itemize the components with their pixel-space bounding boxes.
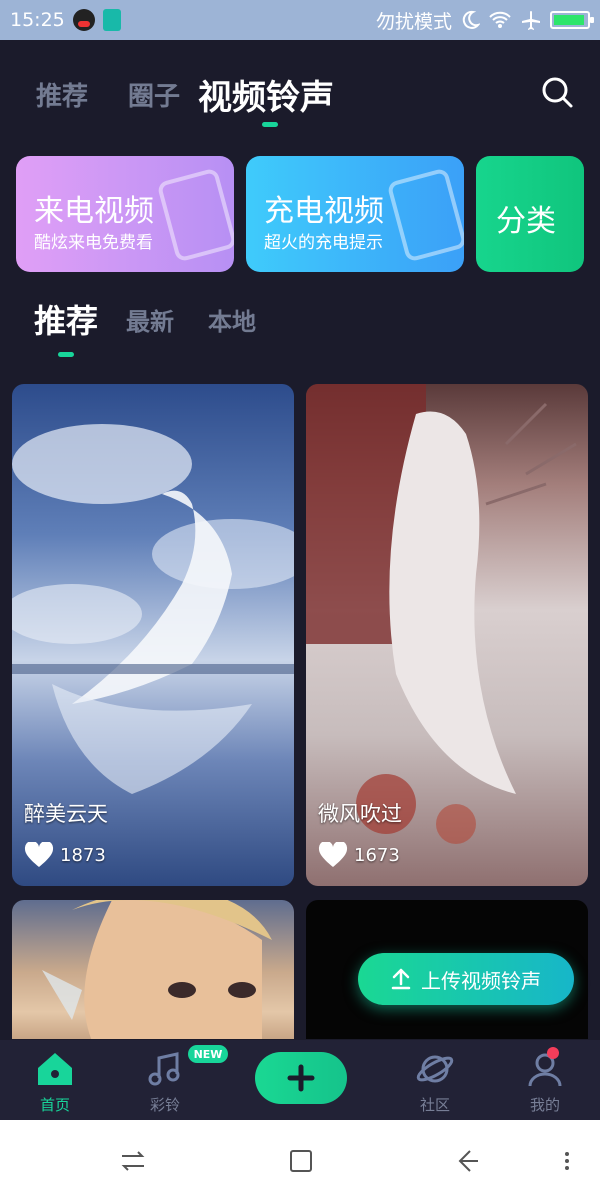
home-icon: [38, 1053, 72, 1085]
tab-circle[interactable]: 圈子: [128, 76, 180, 113]
subtab-local[interactable]: 本地: [208, 302, 256, 337]
like-count[interactable]: 1673: [318, 842, 400, 868]
heart-icon: [24, 842, 54, 867]
video-grid: 醉美云天 1873 微风吹过 1673: [0, 384, 600, 1039]
moon-icon: [462, 10, 480, 29]
video-card[interactable]: 微风吹过 1673: [306, 384, 588, 886]
qq-icon: [72, 9, 95, 31]
more-dots-icon[interactable]: [552, 1146, 582, 1176]
search-icon[interactable]: [540, 75, 574, 109]
user-icon: [528, 1053, 562, 1087]
banner-title: 充电视频: [264, 194, 384, 229]
nav-label: 彩铃: [149, 1096, 180, 1114]
status-bar: 15:25 勿扰模式: [0, 0, 600, 40]
banner-title: 来电视频: [34, 194, 154, 229]
system-nav-bar: [0, 1120, 600, 1200]
nav-home[interactable]: 首页: [15, 1048, 95, 1118]
banner-title: 分类: [496, 204, 556, 239]
sub-tab-indicator: [58, 352, 74, 357]
video-thumbnail: [42, 900, 272, 1039]
banner-subtitle: 超火的充电提示: [264, 233, 383, 253]
notification-dot: [547, 1047, 559, 1059]
top-tab-indicator: [262, 122, 278, 127]
heart-icon: [318, 842, 348, 867]
battery-icon: [550, 11, 594, 29]
nav-community[interactable]: 社区: [395, 1048, 475, 1118]
create-button[interactable]: [255, 1052, 347, 1104]
square-icon[interactable]: [286, 1146, 316, 1176]
like-number: 1673: [354, 844, 400, 866]
airplane-icon: [522, 11, 540, 30]
video-title: 微风吹过: [318, 802, 402, 826]
switch-arrows-icon[interactable]: [118, 1146, 148, 1176]
planet-icon: [416, 1055, 454, 1083]
subtab-recommend[interactable]: 推荐: [34, 296, 98, 342]
video-title: 醉美云天: [24, 802, 108, 826]
category-banners: 来电视频 酷炫来电免费看 充电视频 超火的充电提示 分类: [0, 156, 600, 274]
dnd-label: 勿扰模式: [375, 10, 452, 33]
upload-icon: [391, 968, 411, 990]
status-time: 15:25: [10, 9, 65, 31]
phone-video-icon: [156, 167, 234, 263]
tab-video-ringtone[interactable]: 视频铃声: [198, 70, 334, 119]
new-badge: NEW: [188, 1045, 228, 1063]
charging-video-banner[interactable]: 充电视频 超火的充电提示: [246, 156, 464, 272]
wifi-icon: [489, 11, 511, 28]
plus-icon: [287, 1064, 315, 1092]
like-number: 1873: [60, 844, 106, 866]
subtab-latest[interactable]: 最新: [126, 302, 174, 337]
back-arrow-icon[interactable]: [452, 1146, 482, 1176]
category-banner[interactable]: 分类: [476, 156, 584, 272]
music-note-icon: [148, 1052, 180, 1086]
nav-label: 首页: [39, 1096, 70, 1114]
nav-label: 社区: [419, 1096, 450, 1114]
usb-icon: [102, 9, 121, 31]
banner-subtitle: 酷炫来电免费看: [34, 233, 153, 253]
nav-profile[interactable]: 我的: [505, 1048, 585, 1118]
sub-tab-bar: 推荐 最新 本地: [0, 290, 600, 360]
top-tab-bar: 推荐 圈子 视频铃声: [0, 60, 600, 130]
incoming-call-video-banner[interactable]: 来电视频 酷炫来电免费看: [16, 156, 234, 272]
like-count[interactable]: 1873: [24, 842, 106, 868]
battery-bolt-icon: [386, 167, 464, 263]
nav-label: 我的: [529, 1096, 560, 1114]
upload-video-ringtone-button[interactable]: 上传视频铃声: [358, 953, 574, 1005]
video-card[interactable]: 醉美云天 1873: [12, 384, 294, 886]
upload-label: 上传视频铃声: [421, 968, 541, 993]
video-card[interactable]: [12, 900, 294, 1039]
tab-recommend[interactable]: 推荐: [36, 76, 88, 113]
